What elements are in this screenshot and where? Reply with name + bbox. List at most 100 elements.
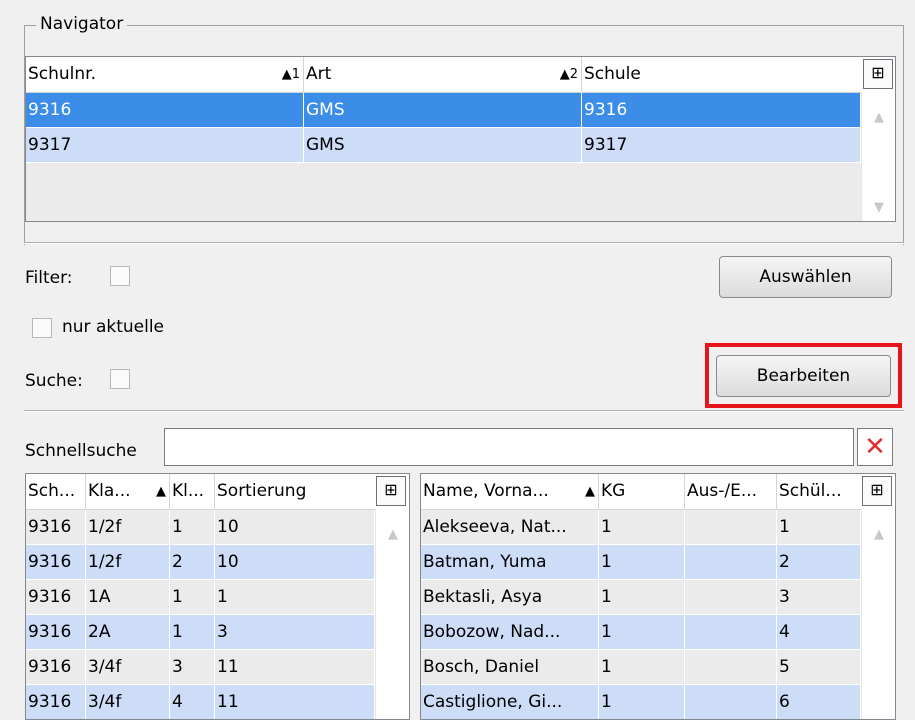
cell-schulnr: 9316 <box>26 93 304 127</box>
cell-art: GMS <box>304 128 582 162</box>
students-grid-header: Name, Vorna... ▲ KG Aus-/E... Schül... ⊞ <box>421 474 895 510</box>
filter-checkbox[interactable] <box>110 266 130 286</box>
column-header-art[interactable]: Art ▲2 <box>304 57 582 92</box>
only-current-label: nur aktuelle <box>62 317 165 337</box>
table-row[interactable]: Bektasli, Asya 1 3 <box>421 580 861 614</box>
scroll-down-icon[interactable]: ▼ <box>862 200 895 215</box>
column-chooser-button[interactable]: ⊞ <box>863 59 893 89</box>
cell-schulnr: 9317 <box>26 128 304 162</box>
table-cell: 9316 <box>26 510 86 544</box>
table-cell: 1 <box>599 685 685 719</box>
sort-indicator: ▲ <box>585 484 595 499</box>
search-checkbox[interactable] <box>110 369 130 389</box>
column-header-label: Schule <box>584 64 641 84</box>
table-cell: Bobozow, Nad... <box>421 615 599 649</box>
table-cell: 2 <box>170 545 215 579</box>
table-cell <box>685 545 777 579</box>
column-header-schueler[interactable]: Schül... <box>777 474 861 509</box>
clear-x-icon: ✕ <box>864 432 886 462</box>
table-row[interactable]: 9316 GMS 9316 <box>26 93 861 127</box>
table-cell: 6 <box>777 685 861 719</box>
navigator-grid-header: Schulnr. ▲1 Art ▲2 Schule ⊞ <box>26 57 895 93</box>
clear-search-button[interactable]: ✕ <box>857 428 893 466</box>
column-header-level[interactable]: Kl... <box>170 474 215 509</box>
table-cell: 3 <box>215 615 375 649</box>
column-chooser-icon: ⊞ <box>870 480 884 499</box>
section-divider-highlight <box>24 411 904 412</box>
table-row[interactable]: Bosch, Daniel 1 5 <box>421 650 861 684</box>
table-cell: Castiglione, Gi... <box>421 685 599 719</box>
table-cell: 1 <box>215 580 375 614</box>
column-header-label: KG <box>601 481 626 501</box>
table-cell: 9316 <box>26 685 86 719</box>
column-header-class[interactable]: Kla... ▲ <box>86 474 170 509</box>
select-button[interactable]: Auswählen <box>719 256 892 298</box>
classes-vertical-scrollbar[interactable]: ▲ <box>375 509 409 719</box>
students-vertical-scrollbar[interactable]: ▲ <box>861 509 895 719</box>
column-header-schulnr[interactable]: Schulnr. ▲1 <box>26 57 304 92</box>
column-chooser-icon: ⊞ <box>871 63 885 82</box>
students-grid[interactable]: Name, Vorna... ▲ KG Aus-/E... Schül... ⊞… <box>420 473 896 720</box>
table-cell: 9316 <box>26 615 86 649</box>
column-header-school[interactable]: Sch... <box>26 474 86 509</box>
table-row[interactable]: 9316 1/2f 1 10 <box>26 510 375 544</box>
table-cell: 2 <box>777 545 861 579</box>
column-header-sortierung[interactable]: Sortierung <box>215 474 375 509</box>
table-row[interactable]: 9316 1A 1 1 <box>26 580 375 614</box>
table-cell: 1 <box>599 615 685 649</box>
column-header-label: Sortierung <box>217 481 307 501</box>
table-row[interactable]: 9316 2A 1 3 <box>26 615 375 649</box>
only-current-checkbox[interactable] <box>32 318 52 338</box>
table-cell: 10 <box>215 545 375 579</box>
table-cell: 1/2f <box>86 510 170 544</box>
cell-schule: 9316 <box>582 93 861 127</box>
scroll-up-icon[interactable]: ▲ <box>376 527 409 542</box>
scroll-up-icon[interactable]: ▲ <box>862 527 895 542</box>
table-cell <box>685 650 777 684</box>
grid-empty-area <box>26 163 861 221</box>
table-cell: Batman, Yuma <box>421 545 599 579</box>
table-cell: 2A <box>86 615 170 649</box>
quicksearch-input[interactable] <box>164 428 854 466</box>
table-row[interactable]: 9316 3/4f 4 11 <box>26 685 375 719</box>
navigator-grid[interactable]: Schulnr. ▲1 Art ▲2 Schule ⊞ 9316 GMS 931… <box>25 56 896 222</box>
sort-indicator: ▲ <box>156 484 166 499</box>
table-cell: 5 <box>777 650 861 684</box>
table-cell: 1/2f <box>86 545 170 579</box>
navigator-vertical-scrollbar[interactable]: ▲ ▼ <box>861 92 895 221</box>
table-row[interactable]: 9316 1/2f 2 10 <box>26 545 375 579</box>
table-row[interactable]: Alekseeva, Nat... 1 1 <box>421 510 861 544</box>
column-header-kg[interactable]: KG <box>599 474 685 509</box>
table-row[interactable]: Bobozow, Nad... 1 4 <box>421 615 861 649</box>
filter-label: Filter: <box>25 268 73 288</box>
column-header-aus-ein[interactable]: Aus-/E... <box>685 474 777 509</box>
column-header-schule[interactable]: Schule <box>582 57 861 92</box>
classes-grid[interactable]: Sch... Kla... ▲ Kl... Sortierung ⊞ 9316 1… <box>25 473 410 720</box>
table-cell: 3 <box>777 580 861 614</box>
table-cell: 4 <box>170 685 215 719</box>
table-cell: 1 <box>599 580 685 614</box>
table-cell: 10 <box>215 510 375 544</box>
edit-button[interactable]: Bearbeiten <box>716 355 891 397</box>
table-cell: 4 <box>777 615 861 649</box>
table-row[interactable]: 9317 GMS 9317 <box>26 128 861 162</box>
column-header-label: Schül... <box>779 481 842 501</box>
table-row[interactable]: Castiglione, Gi... 1 6 <box>421 685 861 719</box>
column-chooser-button[interactable]: ⊞ <box>862 476 892 506</box>
scroll-up-icon[interactable]: ▲ <box>862 110 895 125</box>
navigator-group-border-right <box>903 25 904 245</box>
table-cell: 1 <box>599 510 685 544</box>
column-chooser-button[interactable]: ⊞ <box>376 476 406 506</box>
quicksearch-label: Schnellsuche <box>25 441 137 461</box>
table-cell: 3 <box>170 650 215 684</box>
column-header-label: Kl... <box>172 481 205 501</box>
table-cell: 1A <box>86 580 170 614</box>
cell-schule: 9317 <box>582 128 861 162</box>
table-cell: 11 <box>215 685 375 719</box>
column-header-name[interactable]: Name, Vorna... ▲ <box>421 474 599 509</box>
table-row[interactable]: 9316 3/4f 3 11 <box>26 650 375 684</box>
table-cell <box>685 580 777 614</box>
table-row[interactable]: Batman, Yuma 1 2 <box>421 545 861 579</box>
classes-grid-header: Sch... Kla... ▲ Kl... Sortierung ⊞ <box>26 474 409 510</box>
column-header-label: Aus-/E... <box>687 481 758 501</box>
